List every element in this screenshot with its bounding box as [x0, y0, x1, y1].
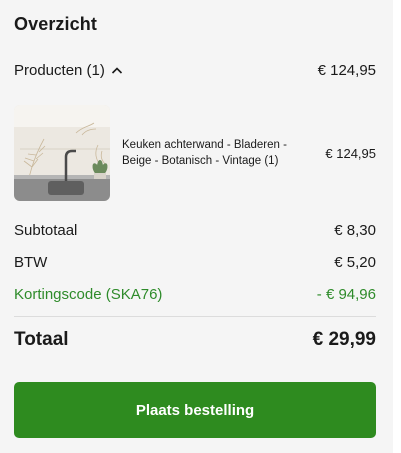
products-toggle[interactable]: Producten (1) [14, 62, 123, 79]
total-row: Totaal € 29,99 [14, 329, 376, 351]
products-total: € 124,95 [317, 62, 376, 79]
place-order-button[interactable]: Plaats bestelling [14, 382, 376, 438]
summary-title: Overzicht [14, 14, 97, 34]
product-name[interactable]: Keuken achterwand - Bladeren - Beige - B… [122, 137, 300, 169]
discount-value: - € 94,96 [316, 286, 376, 303]
order-summary-panel: Overzicht Producten (1) € 124,95 Keuken … [0, 0, 393, 453]
vat-label: BTW [14, 254, 48, 271]
product-image [14, 105, 110, 201]
total-value: € 29,99 [312, 329, 376, 350]
discount-row: Kortingscode (SKA76) - € 94,96 [14, 286, 376, 303]
vat-value: € 5,20 [334, 254, 376, 271]
subtotal-row: Subtotaal € 8,30 [14, 222, 376, 239]
total-label: Totaal [14, 329, 69, 350]
subtotal-value: € 8,30 [334, 222, 376, 239]
vat-row: BTW € 5,20 [14, 254, 376, 271]
cart-item: Keuken achterwand - Bladeren - Beige - B… [14, 105, 376, 201]
products-label: Producten (1) [14, 62, 105, 79]
chevron-up-icon [111, 66, 122, 74]
summary-divider [14, 316, 376, 317]
products-row: Producten (1) € 124,95 [14, 62, 376, 79]
subtotal-label: Subtotaal [14, 222, 78, 239]
product-price: € 124,95 [325, 145, 376, 161]
discount-label: Kortingscode (SKA76) [14, 286, 163, 303]
